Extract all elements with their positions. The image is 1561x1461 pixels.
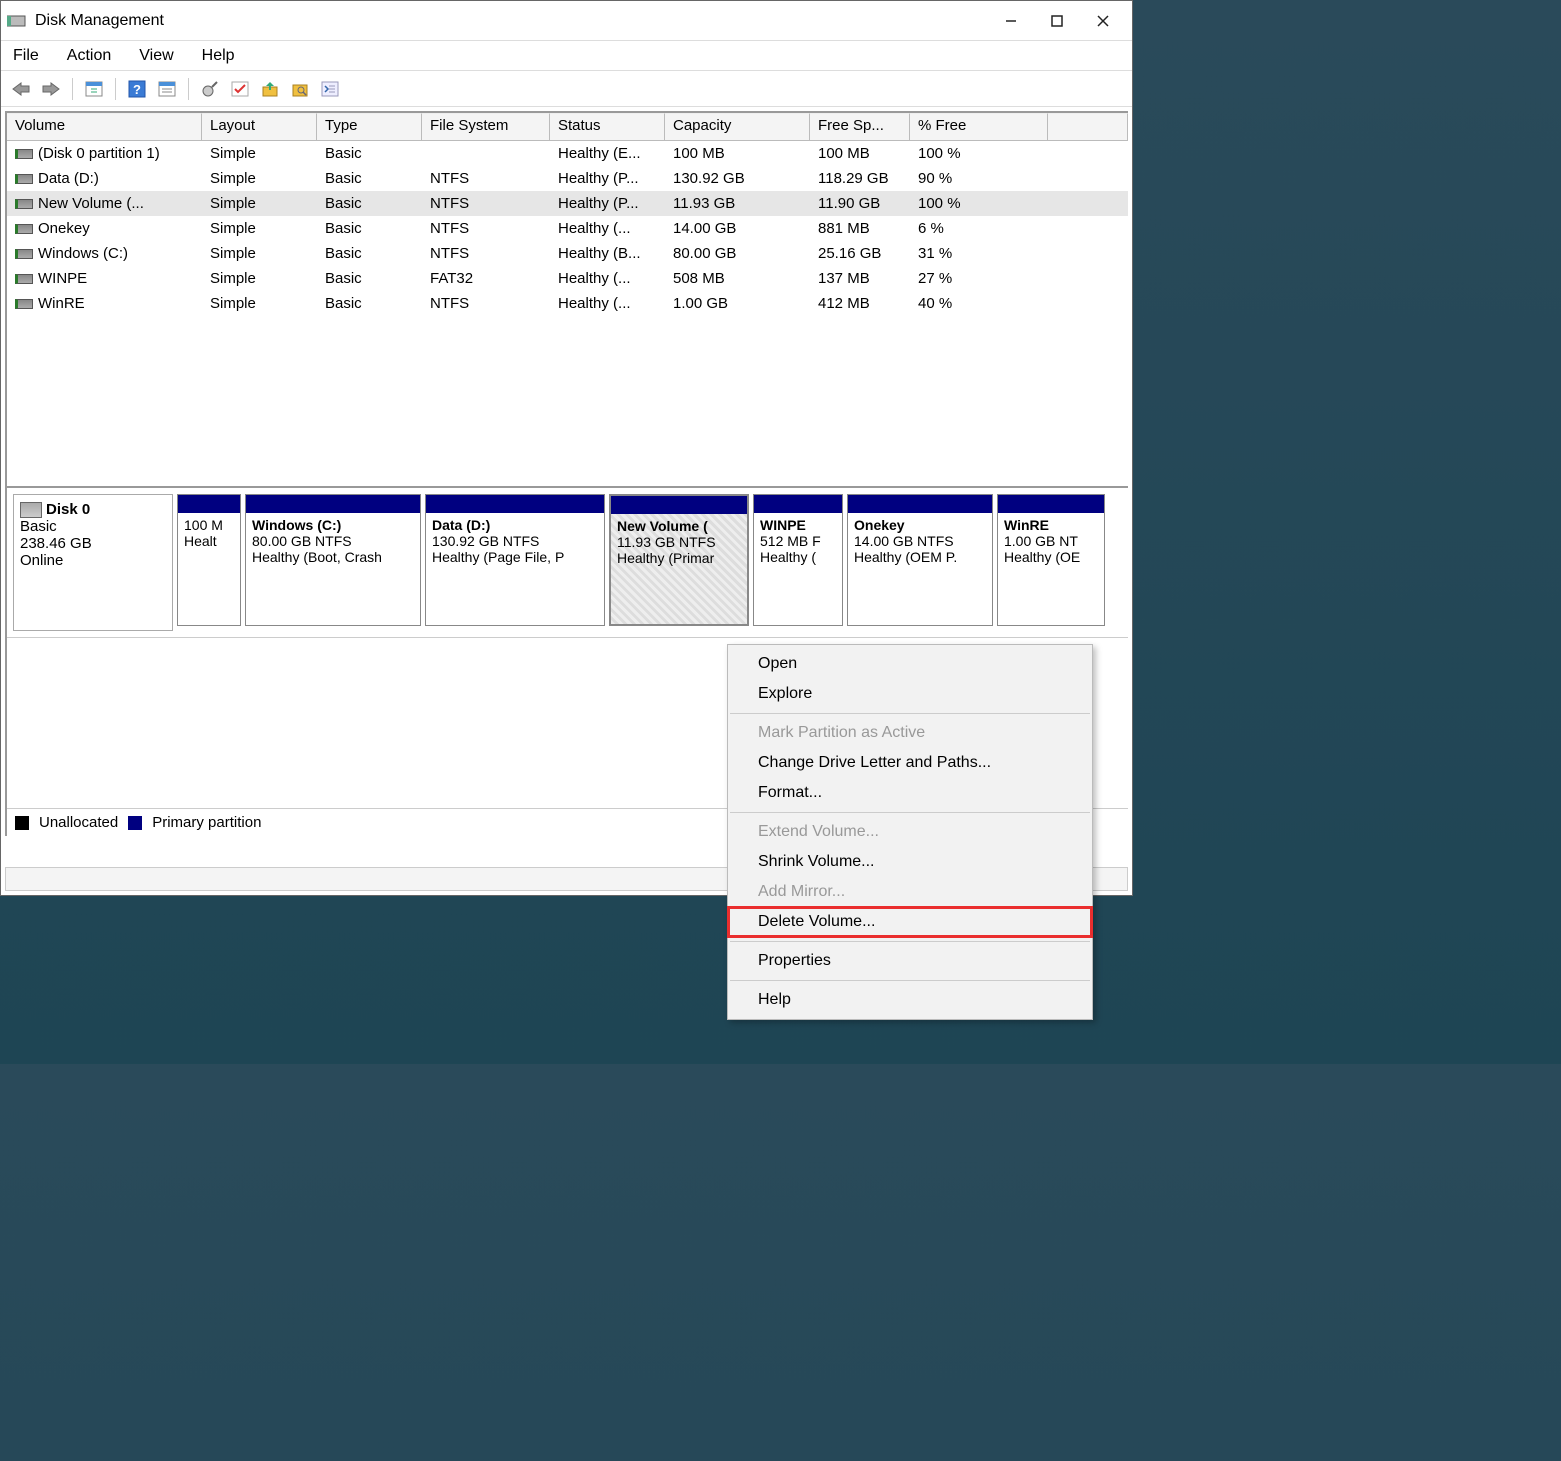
menu-item[interactable]: Format...	[728, 778, 1092, 808]
partition[interactable]: WINPE512 MB FHealthy (	[753, 494, 843, 626]
volume-icon	[15, 224, 33, 234]
volume-row[interactable]: Windows (C:)SimpleBasicNTFSHealthy (B...…	[7, 241, 1128, 266]
titlebar: Disk Management	[1, 1, 1132, 41]
volume-row[interactable]: WINPESimpleBasicFAT32Healthy (...508 MB1…	[7, 266, 1128, 291]
menu-action[interactable]: Action	[65, 45, 113, 67]
menu-item[interactable]: Explore	[728, 679, 1092, 709]
col-pct[interactable]: % Free	[910, 113, 1048, 141]
volume-icon	[15, 249, 33, 259]
show-hide-tree-icon[interactable]	[82, 77, 106, 101]
col-spacer	[1048, 113, 1128, 141]
menu-separator	[730, 980, 1090, 981]
partition-track: 100 MHealtWindows (C:)80.00 GB NTFSHealt…	[177, 494, 1122, 631]
menu-item: Add Mirror...	[728, 877, 1092, 907]
properties-icon[interactable]	[155, 77, 179, 101]
menu-item[interactable]: Open	[728, 649, 1092, 679]
volume-row[interactable]: (Disk 0 partition 1)SimpleBasicHealthy (…	[7, 141, 1128, 166]
toolbar-sep	[72, 78, 73, 100]
volume-icon	[15, 274, 33, 284]
toolbar: ?	[1, 71, 1132, 107]
menu-item[interactable]: Properties	[728, 946, 1092, 976]
minimize-button[interactable]	[988, 6, 1034, 36]
menu-separator	[730, 941, 1090, 942]
volume-list-header: Volume Layout Type File System Status Ca…	[7, 113, 1128, 141]
col-type[interactable]: Type	[317, 113, 422, 141]
volume-list-body: (Disk 0 partition 1)SimpleBasicHealthy (…	[7, 141, 1128, 316]
toolbar-sep	[115, 78, 116, 100]
volume-list[interactable]: Volume Layout Type File System Status Ca…	[5, 111, 1128, 486]
menu-item: Extend Volume...	[728, 817, 1092, 847]
volume-row[interactable]: Data (D:)SimpleBasicNTFSHealthy (P...130…	[7, 166, 1128, 191]
disk-state: Online	[20, 552, 63, 569]
search-folder-icon[interactable]	[288, 77, 312, 101]
partition-stripe	[754, 495, 842, 513]
partition[interactable]: 100 MHealt	[177, 494, 241, 626]
partition[interactable]: New Volume (11.93 GB NTFSHealthy (Primar	[609, 494, 749, 626]
partition[interactable]: Onekey14.00 GB NTFSHealthy (OEM P.	[847, 494, 993, 626]
col-status[interactable]: Status	[550, 113, 665, 141]
partition-stripe	[998, 495, 1104, 513]
legend-swatch-primary	[128, 816, 142, 830]
disk-size: 238.46 GB	[20, 535, 92, 552]
check-icon[interactable]	[228, 77, 252, 101]
col-cap[interactable]: Capacity	[665, 113, 810, 141]
volume-icon	[15, 299, 33, 309]
partition[interactable]: Data (D:)130.92 GB NTFSHealthy (Page Fil…	[425, 494, 605, 626]
menu-help[interactable]: Help	[200, 45, 237, 67]
disk-type: Basic	[20, 518, 57, 535]
legend-swatch-unallocated	[15, 816, 29, 830]
col-volume[interactable]: Volume	[7, 113, 202, 141]
list-icon[interactable]	[318, 77, 342, 101]
partition[interactable]: Windows (C:)80.00 GB NTFSHealthy (Boot, …	[245, 494, 421, 626]
menubar: File Action View Help	[1, 41, 1132, 71]
refresh-icon[interactable]	[198, 77, 222, 101]
volume-icon	[15, 174, 33, 184]
partition-stripe	[848, 495, 992, 513]
menu-item: Mark Partition as Active	[728, 718, 1092, 748]
volume-row[interactable]: New Volume (...SimpleBasicNTFSHealthy (P…	[7, 191, 1128, 216]
volume-row[interactable]: WinRESimpleBasicNTFSHealthy (...1.00 GB4…	[7, 291, 1128, 316]
volume-icon	[15, 149, 33, 159]
menu-view[interactable]: View	[137, 45, 175, 67]
menu-separator	[730, 812, 1090, 813]
disk-name: Disk 0	[46, 501, 90, 518]
help-icon[interactable]: ?	[125, 77, 149, 101]
disk-icon	[20, 502, 42, 518]
partition-stripe	[178, 495, 240, 513]
toolbar-sep	[188, 78, 189, 100]
app-icon	[7, 13, 27, 29]
partition-stripe	[246, 495, 420, 513]
disk-management-window: Disk Management File Action View Help ? …	[0, 0, 1133, 896]
context-menu: OpenExplore Mark Partition as ActiveChang…	[727, 644, 1093, 1020]
back-button[interactable]	[9, 77, 33, 101]
menu-file[interactable]: File	[11, 45, 41, 67]
disk-row: Disk 0 Basic 238.46 GB Online 100 MHealt…	[7, 488, 1128, 638]
col-fs[interactable]: File System	[422, 113, 550, 141]
partition-stripe	[426, 495, 604, 513]
volume-row[interactable]: OnekeySimpleBasicNTFSHealthy (...14.00 G…	[7, 216, 1128, 241]
menu-item[interactable]: Change Drive Letter and Paths...	[728, 748, 1092, 778]
volume-icon	[15, 199, 33, 209]
close-button[interactable]	[1080, 6, 1126, 36]
maximize-button[interactable]	[1034, 6, 1080, 36]
menu-item[interactable]: Delete Volume...	[728, 907, 1092, 937]
legend-label-primary: Primary partition	[152, 814, 261, 831]
menu-item[interactable]: Help	[728, 985, 1092, 1015]
legend-label-unallocated: Unallocated	[39, 814, 118, 831]
menu-item[interactable]: Shrink Volume...	[728, 847, 1092, 877]
disk-label[interactable]: Disk 0 Basic 238.46 GB Online	[13, 494, 173, 631]
upload-icon[interactable]	[258, 77, 282, 101]
window-title: Disk Management	[35, 12, 988, 30]
menu-separator	[730, 713, 1090, 714]
col-free[interactable]: Free Sp...	[810, 113, 910, 141]
forward-button[interactable]	[39, 77, 63, 101]
partition[interactable]: WinRE1.00 GB NTHealthy (OE	[997, 494, 1105, 626]
svg-text:?: ?	[133, 82, 141, 97]
col-layout[interactable]: Layout	[202, 113, 317, 141]
partition-stripe	[611, 496, 747, 514]
